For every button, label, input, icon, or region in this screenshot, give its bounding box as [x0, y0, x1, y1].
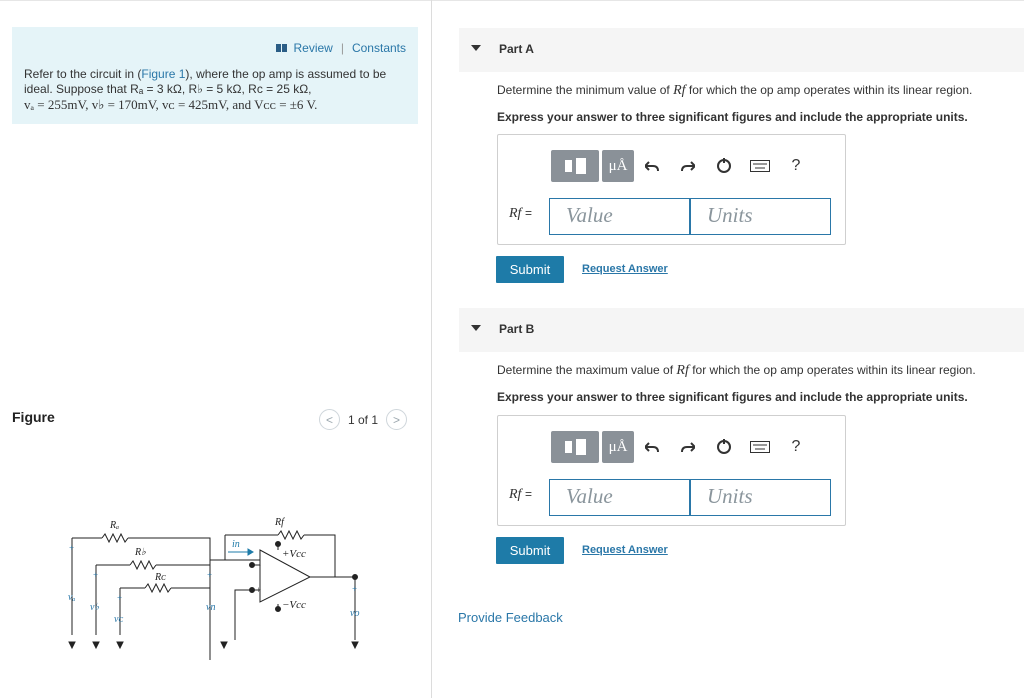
label-ra: Rₐ — [109, 520, 119, 531]
question-b-var: Rf — [676, 363, 689, 378]
request-answer-link-a[interactable]: Request Answer — [582, 263, 668, 275]
figure-pager: < 1 of 1 > — [319, 409, 408, 430]
figure-link[interactable]: Figure 1 — [141, 67, 185, 81]
label-vo: vo — [350, 608, 359, 619]
question-a-pre: Determine the minimum value of — [497, 83, 674, 97]
collapse-caret-icon — [471, 45, 481, 51]
label-in: in — [232, 539, 240, 550]
problem-statement: Refer to the circuit in (Figure 1), wher… — [24, 67, 408, 112]
label-vc: vᴄ — [114, 614, 123, 625]
top-rule — [0, 0, 1024, 1]
svg-text:−: − — [256, 560, 261, 570]
redo-icon[interactable] — [670, 431, 706, 463]
part-a-question: Determine the minimum value of Rf for wh… — [497, 83, 972, 99]
label-vb: v♭ — [90, 602, 99, 613]
constants-link[interactable]: Constants — [352, 41, 406, 55]
value-input-b[interactable]: Value — [549, 479, 690, 516]
part-b-instruction: Express your answer to three significant… — [497, 390, 968, 404]
part-b-title: Part B — [499, 322, 535, 336]
review-link[interactable]: Review — [293, 41, 332, 55]
part-b-toolbar: μÅ ? — [551, 429, 822, 465]
question-a-var: Rf — [673, 83, 686, 98]
label-vcc-neg: −Vcc — [282, 599, 306, 611]
book-icon — [276, 44, 288, 52]
prev-figure-button[interactable]: < — [319, 409, 340, 430]
label-va: vₐ — [68, 592, 75, 603]
question-b-post: for which the op amp operates within its… — [688, 363, 976, 377]
templates-button[interactable] — [551, 150, 599, 182]
link-separator: | — [340, 41, 344, 55]
intro-line3: vₐ = 255mV, v♭ = 170mV, vᴄ = 425mV, and … — [24, 97, 318, 112]
part-b-answer-box: μÅ ? Rf = Value Units — [497, 415, 846, 526]
units-symbol-button[interactable]: μÅ — [602, 431, 634, 463]
svg-text:+: + — [117, 593, 122, 603]
keyboard-icon[interactable] — [742, 150, 778, 182]
label-rb: R♭ — [134, 547, 146, 558]
help-icon[interactable]: ? — [778, 150, 814, 182]
svg-text:+: + — [69, 543, 74, 553]
label-vn: vn — [206, 602, 215, 613]
redo-icon[interactable] — [670, 150, 706, 182]
rf-label-a: Rf = — [509, 206, 532, 222]
part-a-answer-box: μÅ ? Rf = Value Units — [497, 134, 846, 245]
reset-icon[interactable] — [706, 431, 742, 463]
intro-line2: ideal. Suppose that Rₐ = 3 kΩ, R♭ = 5 kΩ… — [24, 82, 312, 96]
label-rc: Rᴄ — [154, 572, 166, 583]
part-a-instruction: Express your answer to three significant… — [497, 110, 968, 124]
units-symbol-button[interactable]: μÅ — [602, 150, 634, 182]
label-vcc-pos: +Vcc — [282, 548, 306, 560]
collapse-caret-icon — [471, 325, 481, 331]
resistor-ra — [101, 532, 129, 544]
resistor-rb — [129, 559, 157, 571]
figure-page-count: 1 of 1 — [348, 412, 379, 427]
svg-text:+: + — [207, 570, 212, 580]
part-a-toolbar: μÅ ? — [551, 148, 822, 184]
circuit-diagram: + + + + + − + Rₐ R♭ Rᴄ Rf +Vcc −Vcc in vₐ v♭… — [68, 517, 359, 660]
units-input-b[interactable]: Units — [690, 479, 831, 516]
resistor-rf — [277, 529, 305, 541]
svg-text:+: + — [93, 570, 98, 580]
keyboard-icon[interactable] — [742, 431, 778, 463]
undo-icon[interactable] — [634, 431, 670, 463]
units-input-a[interactable]: Units — [690, 198, 831, 235]
help-icon[interactable]: ? — [778, 431, 814, 463]
panel-divider — [431, 0, 432, 698]
part-b-header[interactable]: Part B — [459, 308, 1024, 352]
intro-line1-post: ), where the op amp is assumed to be — [185, 67, 387, 81]
question-b-pre: Determine the maximum value of — [497, 363, 677, 377]
problem-intro: Review | Constants Refer to the circuit in… — [12, 27, 418, 124]
part-b-question: Determine the maximum value of Rf for wh… — [497, 363, 976, 379]
request-answer-link-b[interactable]: Request Answer — [582, 544, 668, 556]
rf-var-a: Rf — [509, 206, 522, 221]
next-figure-button[interactable]: > — [386, 409, 408, 430]
intro-line1-pre: Refer to the circuit in ( — [24, 67, 142, 81]
rf-label-b: Rf = — [509, 487, 532, 503]
part-a-title: Part A — [499, 42, 534, 56]
rf-eq-b: = — [524, 487, 532, 501]
intro-links: Review | Constants — [276, 41, 406, 55]
figure-title: Figure — [12, 409, 55, 425]
resistor-rc — [144, 582, 172, 594]
question-a-post: for which the op amp operates within its… — [685, 83, 973, 97]
templates-button[interactable] — [551, 431, 599, 463]
rf-eq-a: = — [524, 206, 532, 220]
value-input-a[interactable]: Value — [549, 198, 690, 235]
label-rf: Rf — [274, 517, 285, 528]
rf-var-b: Rf — [509, 487, 522, 502]
reset-icon[interactable] — [706, 150, 742, 182]
submit-button-a[interactable]: Submit — [496, 256, 564, 283]
undo-icon[interactable] — [634, 150, 670, 182]
part-a-header[interactable]: Part A — [459, 28, 1024, 72]
svg-text:+: + — [352, 584, 357, 594]
svg-text:+: + — [256, 585, 261, 595]
provide-feedback-link[interactable]: Provide Feedback — [458, 610, 563, 625]
submit-button-b[interactable]: Submit — [496, 537, 564, 564]
